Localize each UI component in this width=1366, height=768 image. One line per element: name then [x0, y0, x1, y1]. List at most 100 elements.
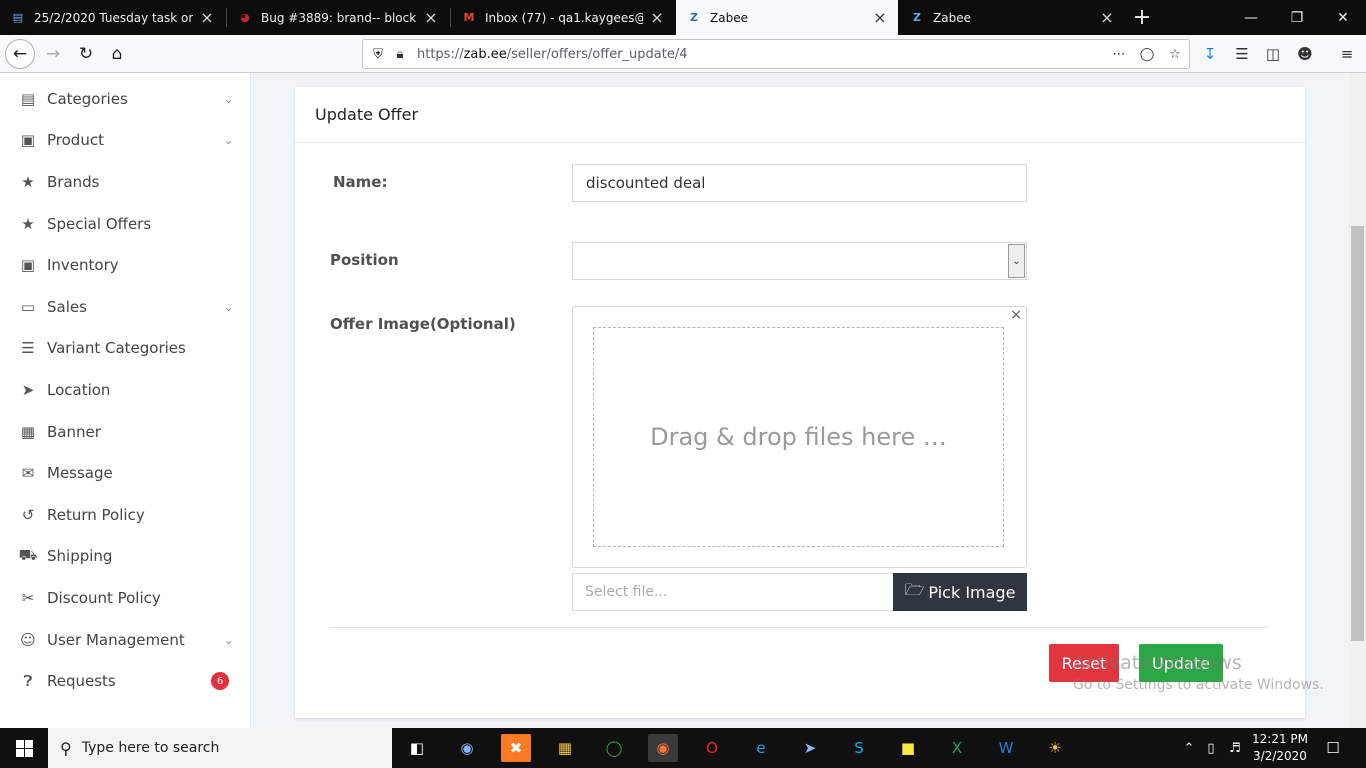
zabee-icon: Z	[913, 11, 921, 24]
forward-icon[interactable]: →	[38, 39, 68, 69]
gmail-icon: M	[463, 11, 475, 24]
url-domain: zab.ee	[463, 46, 507, 62]
sidebar-item-categories[interactable]: ▤ Categories ⌄	[0, 79, 250, 119]
window-close-icon[interactable]: ✕	[1320, 0, 1366, 35]
opera-icon[interactable]: O	[697, 734, 727, 762]
chevron-down-icon[interactable]: ⌄	[1008, 244, 1025, 278]
taskbar-search[interactable]: ⚲ Type here to search	[48, 728, 392, 768]
sidebar-item-special-offers[interactable]: ★ Special Offers	[0, 204, 250, 244]
sidebar-item-label: Brands	[47, 173, 100, 191]
close-icon[interactable]: ×	[872, 8, 888, 27]
tab-zabee[interactable]: Z Zabee ×	[899, 0, 1125, 35]
sidebar-item-discount-policy[interactable]: ✂ Discount Policy	[0, 578, 250, 618]
browser-nav-bar: ← → ↻ ⌂ ⛨ 🔒︎ https://zab.ee/seller/offer…	[0, 35, 1366, 73]
file-name-input[interactable]: Select file...	[572, 573, 893, 611]
task-view-icon[interactable]: ◧	[402, 734, 432, 762]
pocket-icon[interactable]: ◯	[1133, 47, 1161, 62]
sidebar-item-brands[interactable]: ★ Brands	[0, 162, 250, 202]
url-bar[interactable]: ⛨ 🔒︎ https://zab.ee/seller/offers/offer_…	[362, 39, 1190, 69]
sidebar-item-sales[interactable]: ▭ Sales ⌄	[0, 287, 250, 327]
sidebar-item-variant-categories[interactable]: ☰ Variant Categories	[0, 328, 250, 368]
volume-icon[interactable]: ♬	[1224, 728, 1246, 768]
close-icon[interactable]: ×	[1099, 8, 1115, 27]
chrome-icon[interactable]: ◯	[599, 734, 629, 762]
sidebar-item-label: User Management	[47, 631, 185, 649]
tab-task[interactable]: ▤ 25/2/2020 Tuesday task on my l ×	[0, 0, 225, 35]
sidebar-item-location[interactable]: ➤ Location	[0, 370, 250, 410]
chevron-down-icon[interactable]: ⌄	[224, 93, 236, 106]
close-icon[interactable]: ×	[199, 8, 215, 27]
close-icon[interactable]: ×	[649, 8, 665, 27]
file-explorer-icon[interactable]: ▦	[550, 734, 580, 762]
update-offer-panel: Update Offer Name: discounted deal Posit…	[295, 87, 1305, 718]
skype-icon[interactable]: S	[844, 734, 874, 762]
search-icon: ⚲	[60, 738, 72, 758]
question-circle-icon: ❓︎	[23, 672, 33, 690]
chevron-down-icon[interactable]: ⌄	[224, 134, 236, 147]
scrollbar-thumb[interactable]	[1351, 226, 1364, 641]
pick-image-button[interactable]: 🗁︎ Pick Image	[893, 573, 1027, 611]
sidebar-item-product[interactable]: ▣ Product ⌄	[0, 120, 250, 160]
tab-bug[interactable]: ◕ Bug #3889: brand-- block brand ×	[227, 0, 449, 35]
lock-icon[interactable]: 🔒︎	[389, 47, 411, 62]
url-path: /seller/offers/offer_update/4	[506, 46, 688, 62]
notifications-icon[interactable]: ☐	[1318, 728, 1348, 768]
edge-icon[interactable]: e	[746, 734, 776, 762]
url-text[interactable]: https://zab.ee/seller/offers/offer_updat…	[411, 47, 1105, 62]
dropzone[interactable]: Drag & drop files here …	[593, 327, 1004, 547]
menu-icon[interactable]: ≡	[1332, 39, 1362, 69]
sidebar-item-banner[interactable]: ▦ Banner	[0, 412, 250, 452]
xampp-icon[interactable]: ✖	[501, 734, 531, 762]
new-tab-button[interactable]: +	[1128, 0, 1156, 35]
sidebar-item-label: Location	[47, 381, 111, 399]
tab-inbox[interactable]: M Inbox (77) - qa1.kaygees@gma ×	[451, 0, 675, 35]
home-icon[interactable]: ⌂	[102, 39, 132, 69]
tab-zabee-active[interactable]: Z Zabee ×	[676, 0, 898, 35]
windows-start-icon[interactable]	[0, 728, 48, 768]
tray-chevron-up-icon[interactable]: ⌃	[1180, 728, 1198, 768]
file-placeholder: Select file...	[585, 584, 668, 600]
network-icon[interactable]: ▯	[1200, 728, 1222, 768]
paint-icon[interactable]: ☀	[1040, 734, 1070, 762]
sidebar-item-requests[interactable]: ❓︎ Requests 6	[0, 661, 250, 701]
chevron-down-icon[interactable]: ⌄	[224, 301, 236, 314]
sidebar-item-inventory[interactable]: ▣ Inventory	[0, 245, 250, 285]
firefox-icon[interactable]: ◉	[648, 734, 678, 762]
watermark-subtitle: Go to Settings to activate Windows.	[1073, 677, 1324, 693]
position-select[interactable]: ⌄	[572, 242, 1027, 280]
sidebar-item-label: Special Offers	[47, 215, 152, 233]
image-upload-box[interactable]: × Drag & drop files here …	[572, 306, 1027, 568]
remote-desktop-icon[interactable]: ➤	[795, 734, 825, 762]
tab-title: Inbox (77) - qa1.kaygees@gma	[485, 10, 643, 25]
close-icon[interactable]: ×	[423, 8, 439, 27]
windows-taskbar: ⚲ Type here to search ◧ ◉ ✖ ▦ ◯ ◉ O e ➤ …	[0, 728, 1366, 768]
library-icon[interactable]: ☰	[1227, 39, 1257, 69]
excel-icon[interactable]: X	[942, 734, 972, 762]
shield-icon[interactable]: ⛨	[367, 47, 389, 62]
sidebar-item-shipping[interactable]: ⛟ Shipping	[0, 536, 250, 576]
download-icon[interactable]: ↧	[1195, 39, 1225, 69]
bookmark-star-icon[interactable]: ☆	[1161, 47, 1189, 62]
back-icon[interactable]: ←	[5, 39, 35, 69]
sidebar-item-return-policy[interactable]: ↺ Return Policy	[0, 495, 250, 535]
minimize-icon[interactable]: —	[1228, 0, 1274, 35]
money-icon: ▭	[20, 298, 36, 316]
search-placeholder: Type here to search	[81, 740, 220, 756]
reload-icon[interactable]: ↻	[71, 39, 101, 69]
more-icon[interactable]: ⋯	[1105, 47, 1133, 62]
chevron-down-icon[interactable]: ⌄	[224, 634, 236, 647]
sidebar-item-message[interactable]: ✉ Message	[0, 453, 250, 493]
truck-icon: ⛟	[18, 546, 38, 564]
restore-icon[interactable]: ❐	[1274, 0, 1320, 35]
word-icon[interactable]: W	[991, 734, 1021, 762]
zabee-icon: Z	[690, 11, 698, 24]
network-globe-icon[interactable]: ◉	[452, 734, 482, 762]
sidebar-toggle-icon[interactable]: ◫	[1258, 39, 1288, 69]
sidebar-item-user-management[interactable]: ☺ User Management ⌄	[0, 620, 250, 660]
name-input[interactable]: discounted deal	[572, 164, 1027, 202]
taskbar-clock[interactable]: 12:21 PM 3/2/2020	[1245, 731, 1315, 765]
close-icon[interactable]: ×	[1010, 307, 1022, 323]
account-icon[interactable]: ☻	[1290, 39, 1320, 69]
sticky-notes-icon[interactable]: ■	[893, 734, 923, 762]
sidebar-item-label: Requests	[47, 672, 116, 690]
